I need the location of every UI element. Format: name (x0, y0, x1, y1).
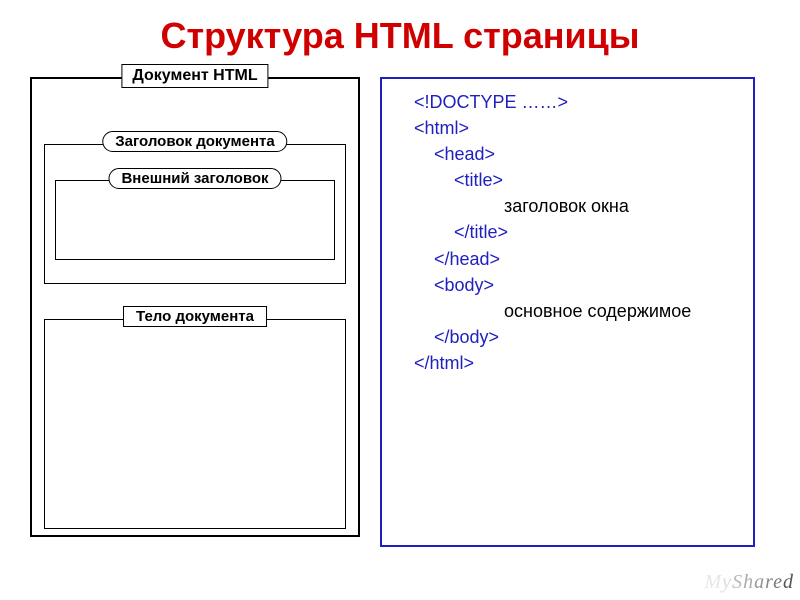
document-label: Документ HTML (121, 64, 268, 88)
document-box: Документ HTML Заголовок документа Внешни… (30, 77, 360, 537)
code-line: <!DOCTYPE ……> (394, 89, 741, 115)
code-line: </body> (394, 324, 741, 350)
page-title: Структура HTML страницы (0, 0, 800, 77)
header-label: Заголовок документа (102, 131, 287, 152)
code-line: основное содержимое (394, 298, 741, 324)
title-label: Внешний заголовок (108, 168, 281, 189)
code-line: заголовок окна (394, 193, 741, 219)
head-box: Заголовок документа Внешний заголовок (44, 144, 346, 284)
code-line: </head> (394, 246, 741, 272)
code-line: <head> (394, 141, 741, 167)
code-line: <html> (394, 115, 741, 141)
watermark: MyShared (705, 571, 795, 594)
code-panel: <!DOCTYPE ……><html><head><title>заголово… (380, 77, 755, 547)
code-line: <body> (394, 272, 741, 298)
body-label: Тело документа (123, 306, 267, 327)
code-line: </html> (394, 350, 741, 376)
title-box: Внешний заголовок (55, 180, 335, 260)
content-area: Документ HTML Заголовок документа Внешни… (0, 77, 800, 547)
body-box: Тело документа (44, 319, 346, 529)
code-line: <title> (394, 167, 741, 193)
code-line: </title> (394, 219, 741, 245)
